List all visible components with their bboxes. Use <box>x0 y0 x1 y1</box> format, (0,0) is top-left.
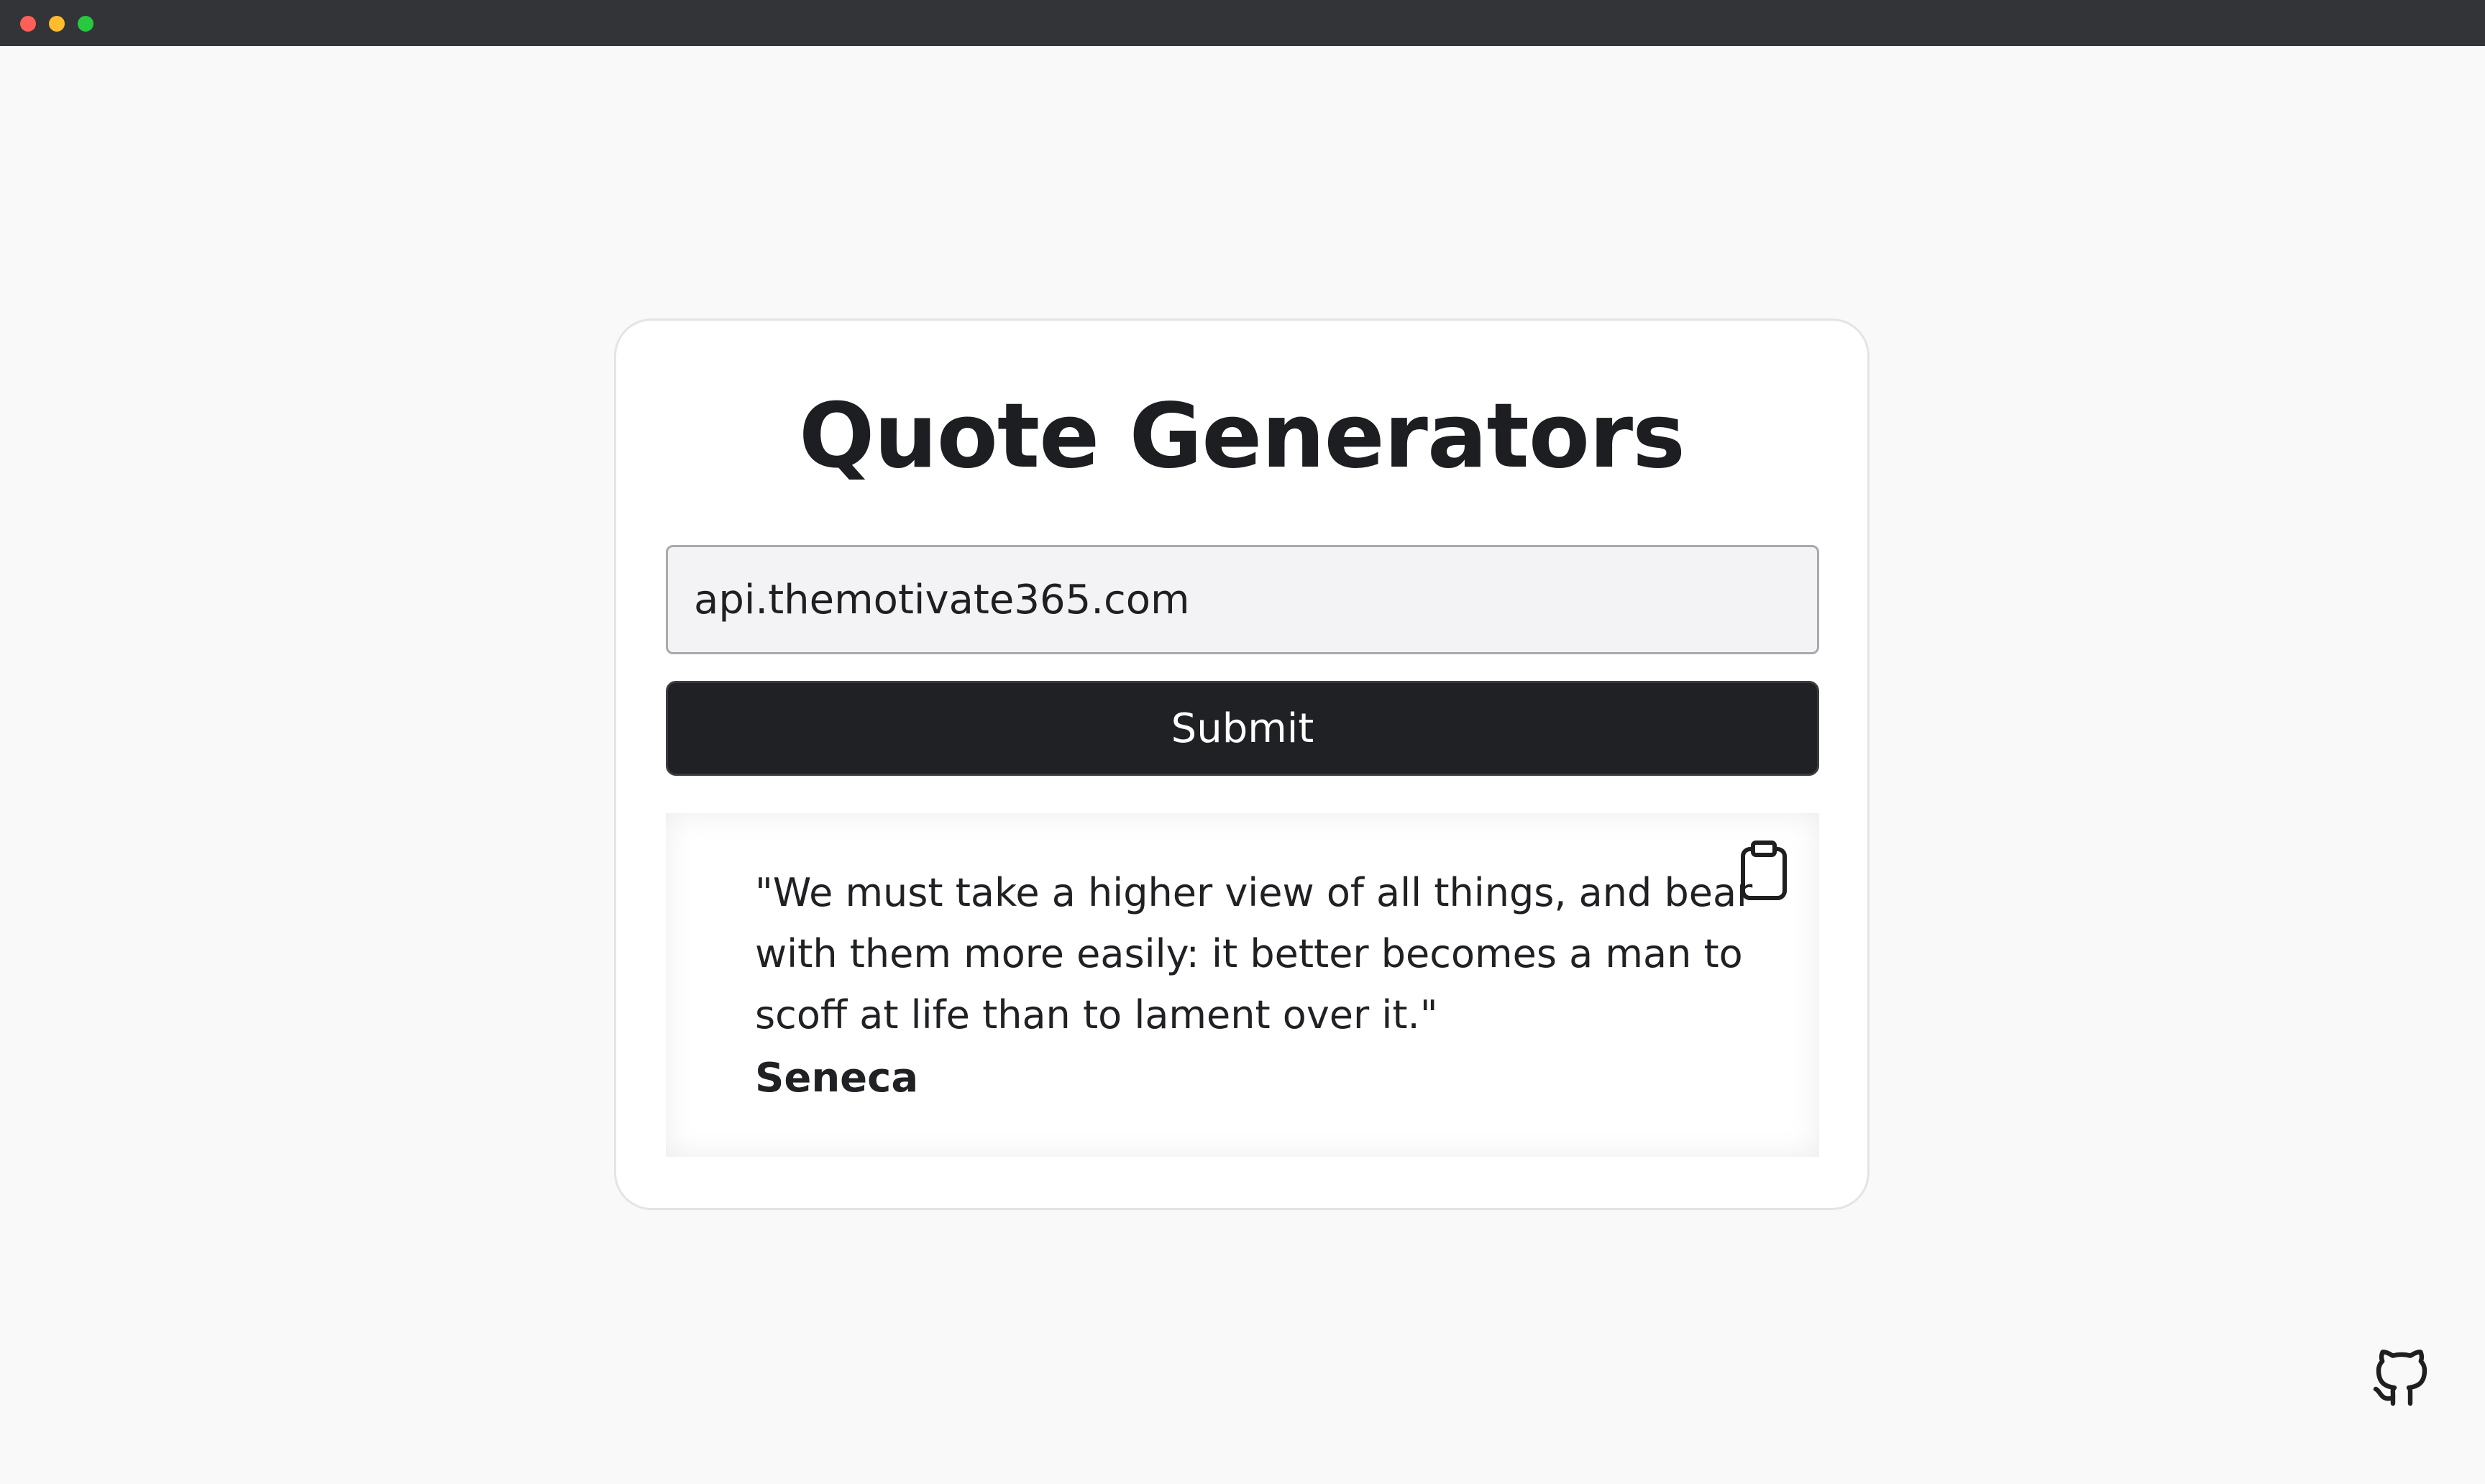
clipboard-icon[interactable] <box>1733 835 1795 907</box>
github-icon[interactable] <box>2367 1343 2436 1412</box>
api-url-input[interactable] <box>666 545 1819 654</box>
close-window-button[interactable] <box>20 16 36 32</box>
page-title: Quote Generators <box>799 385 1685 488</box>
window-titlebar <box>0 0 2485 46</box>
maximize-window-button[interactable] <box>78 16 93 32</box>
github-icon-graphic <box>2373 1350 2427 1406</box>
quote-text: "We must take a higher view of all thing… <box>755 870 1753 1038</box>
quote-box: "We must take a higher view of all thing… <box>666 813 1819 1157</box>
quote-author: Seneca <box>755 1055 919 1101</box>
clipboard-icon-graphic <box>1741 841 1787 900</box>
minimize-window-button[interactable] <box>49 16 65 32</box>
submit-button[interactable]: Submit <box>666 681 1819 776</box>
quote-generator-card: Quote Generators Submit "We must take a … <box>614 319 1870 1210</box>
